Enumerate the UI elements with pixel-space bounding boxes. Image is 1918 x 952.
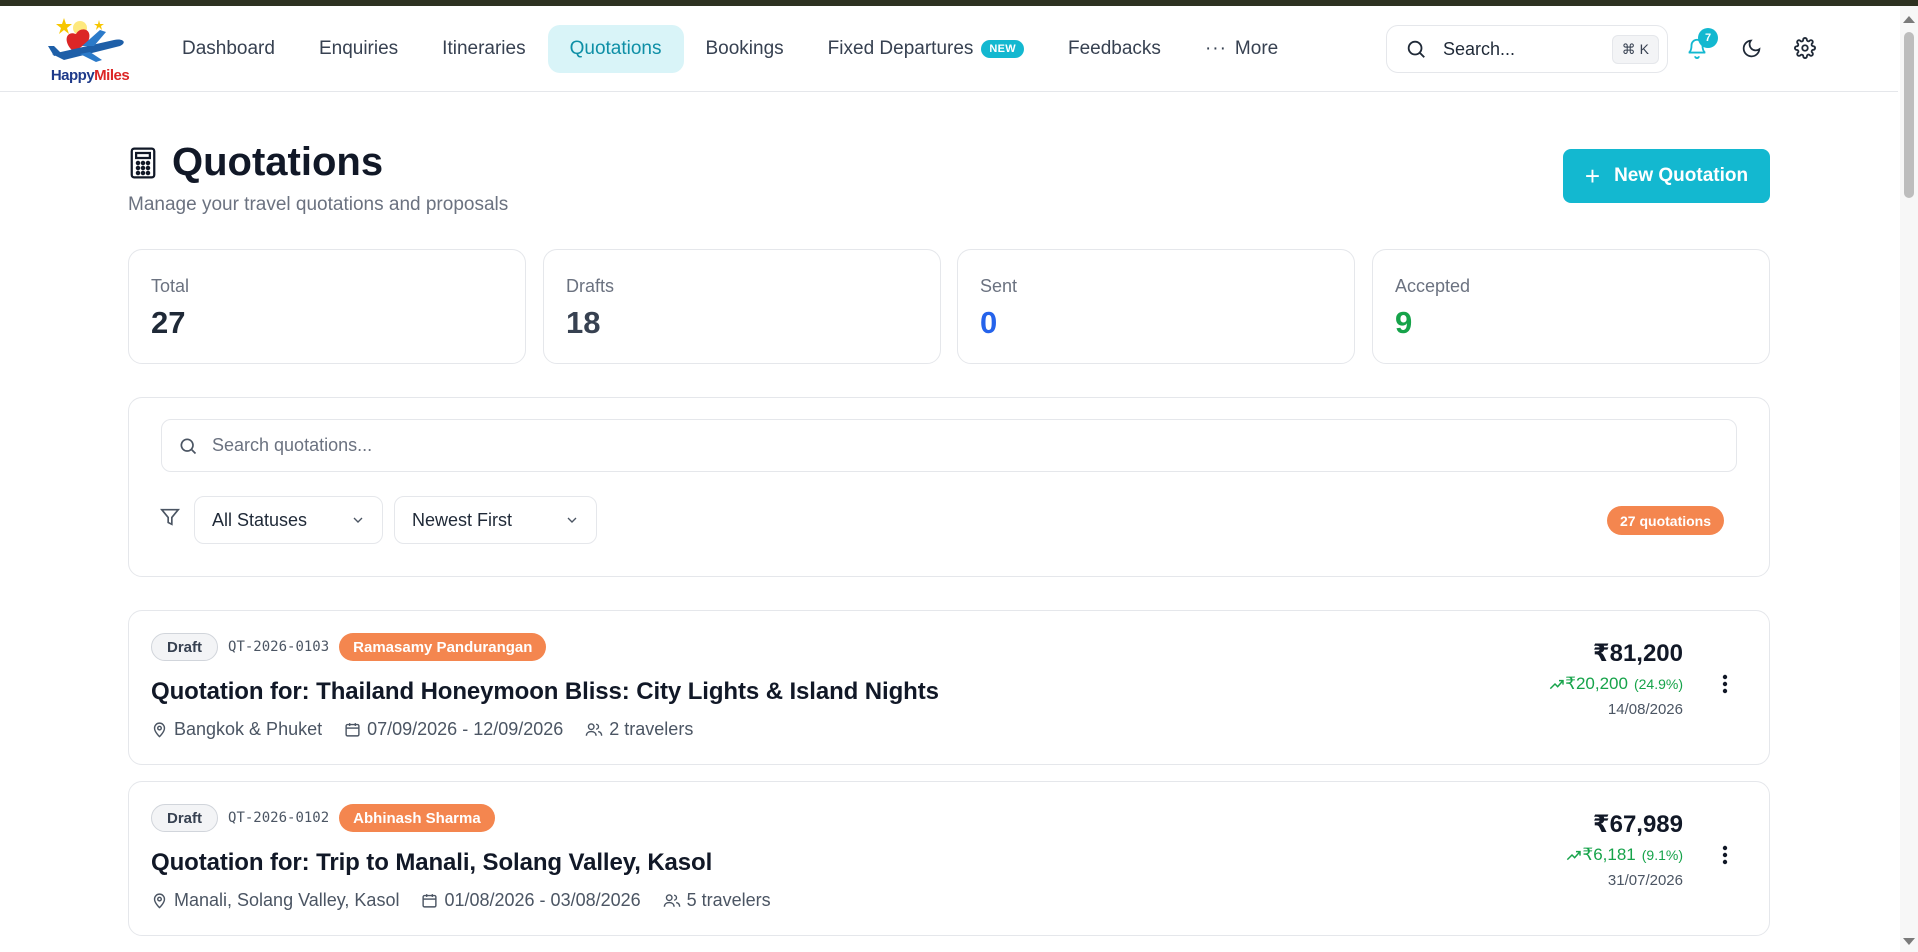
page-title: Quotations xyxy=(172,140,384,184)
quotation-margin-pct: (24.9%) xyxy=(1633,676,1683,692)
page-subtitle: Manage your travel quotations and propos… xyxy=(128,194,509,215)
settings-button[interactable] xyxy=(1788,31,1822,65)
nav-more[interactable]: ··· More xyxy=(1183,25,1300,73)
quotation-margin: ₹20,200 xyxy=(1565,674,1628,693)
new-badge: NEW xyxy=(981,40,1024,58)
stat-card-total: Total 27 xyxy=(128,249,526,364)
quotation-title: Quotation for: Thailand Honeymoon Bliss:… xyxy=(151,678,939,705)
stat-label: Accepted xyxy=(1395,276,1471,296)
stat-label: Drafts xyxy=(566,276,615,296)
main-nav: Dashboard Enquiries Itineraries Quotatio… xyxy=(160,25,1300,73)
scroll-down-arrow-icon[interactable] xyxy=(1903,938,1915,945)
page-header: Quotations xyxy=(128,140,383,185)
more-dots-icon: ··· xyxy=(1204,38,1227,59)
quotation-title: Quotation for: Trip to Manali, Solang Va… xyxy=(151,849,713,876)
page-scrollbar[interactable] xyxy=(1900,6,1918,952)
moon-icon xyxy=(1742,39,1760,57)
quotation-margin: ₹6,181 xyxy=(1582,845,1636,864)
map-pin-icon xyxy=(153,722,166,738)
nav-quotations[interactable]: Quotations xyxy=(547,25,684,73)
quotation-search[interactable] xyxy=(161,419,1737,472)
brand-name-part2: Miles xyxy=(94,67,130,84)
top-navbar: HappyMiles Dashboard Enquiries Itinerari… xyxy=(0,6,1898,92)
quotation-travelers: 5 travelers xyxy=(686,890,771,910)
global-search[interactable]: Search... ⌘ K xyxy=(1386,25,1668,73)
quotation-travelers: 2 travelers xyxy=(609,719,694,739)
calculator-icon xyxy=(130,147,156,178)
quotation-location: Bangkok & Phuket xyxy=(174,719,323,739)
filter-card: All Statuses Newest First 27 quotations xyxy=(128,397,1770,577)
new-quotation-button[interactable]: + New Quotation xyxy=(1563,149,1770,203)
stat-value: 27 xyxy=(151,305,186,340)
status-filter-select[interactable]: All Statuses xyxy=(194,496,383,544)
quotation-margin-pct: (9.1%) xyxy=(1641,847,1683,863)
scroll-up-arrow-icon[interactable] xyxy=(1903,16,1915,23)
nav-fixed-departures[interactable]: Fixed Departures NEW xyxy=(806,25,1046,73)
users-icon xyxy=(585,723,603,736)
users-icon xyxy=(663,894,680,907)
stat-card-drafts: Drafts 18 xyxy=(543,249,941,364)
status-badge: Draft xyxy=(151,804,219,832)
quotation-search-input[interactable] xyxy=(212,435,1612,456)
quotation-date: 14/08/2026 xyxy=(1607,701,1683,718)
global-search-label: Search... xyxy=(1443,38,1516,59)
stat-card-accepted: Accepted 9 xyxy=(1372,249,1770,364)
stat-card-sent: Sent 0 xyxy=(957,249,1355,364)
nav-feedbacks[interactable]: Feedbacks xyxy=(1046,25,1183,73)
quotation-card[interactable]: Draft QT-2026-0102 Abhinash Sharma Quota… xyxy=(128,781,1770,936)
airplane-heart-logo-icon xyxy=(48,18,124,62)
nav-itineraries[interactable]: Itineraries xyxy=(420,25,547,73)
quotation-dates: 07/09/2026 - 12/09/2026 xyxy=(367,719,564,739)
calendar-icon xyxy=(345,723,360,737)
quotation-amount: ₹67,989 xyxy=(1592,811,1683,838)
stat-value: 18 xyxy=(566,305,601,340)
sort-select[interactable]: Newest First xyxy=(394,496,597,544)
notification-count-badge: 7 xyxy=(1698,28,1718,48)
search-icon xyxy=(1407,40,1425,58)
chevron-down-icon xyxy=(567,517,577,523)
scroll-thumb[interactable] xyxy=(1904,32,1914,198)
search-shortcut: ⌘ K xyxy=(1611,34,1659,64)
brand-name-part1: Happy xyxy=(50,67,95,84)
stat-label: Sent xyxy=(980,276,1018,296)
search-icon xyxy=(180,438,197,454)
filter-icon xyxy=(160,508,180,526)
quotation-location: Manali, Solang Valley, Kasol xyxy=(174,890,400,910)
customer-badge: Abhinash Sharma xyxy=(339,804,495,832)
quotation-amount: ₹81,200 xyxy=(1592,640,1683,667)
quotation-id: QT-2026-0102 xyxy=(228,810,330,826)
map-pin-icon xyxy=(153,893,166,909)
quotation-date: 31/07/2026 xyxy=(1607,872,1683,889)
quotation-card[interactable]: Draft QT-2026-0103 Ramasamy Pandurangan … xyxy=(128,610,1770,765)
nav-enquiries[interactable]: Enquiries xyxy=(297,25,420,73)
gear-icon xyxy=(1794,37,1816,59)
chevron-down-icon xyxy=(353,517,363,523)
more-vertical-icon xyxy=(1722,674,1728,694)
stat-label: Total xyxy=(151,276,190,296)
trending-up-icon xyxy=(1549,679,1564,690)
more-vertical-icon xyxy=(1722,845,1728,865)
status-badge: Draft xyxy=(151,633,219,661)
quotation-count-badge: 27 quotations xyxy=(1607,506,1725,535)
stat-value: 9 xyxy=(1395,305,1413,340)
plus-icon: + xyxy=(1584,161,1601,191)
quotation-actions-button[interactable] xyxy=(1715,840,1735,870)
nav-dashboard[interactable]: Dashboard xyxy=(160,25,297,73)
stat-value: 0 xyxy=(980,305,998,340)
nav-bookings[interactable]: Bookings xyxy=(684,25,806,73)
customer-badge: Ramasamy Pandurangan xyxy=(339,633,547,661)
calendar-icon xyxy=(422,894,438,908)
quotation-id: QT-2026-0103 xyxy=(228,639,330,655)
happymiles-logo[interactable]: HappyMiles xyxy=(44,16,134,86)
notifications-button[interactable]: 7 xyxy=(1680,28,1718,65)
trending-up-icon xyxy=(1567,850,1582,861)
quotation-actions-button[interactable] xyxy=(1715,669,1735,699)
quotation-dates: 01/08/2026 - 03/08/2026 xyxy=(444,890,641,910)
theme-toggle-button[interactable] xyxy=(1734,31,1768,65)
